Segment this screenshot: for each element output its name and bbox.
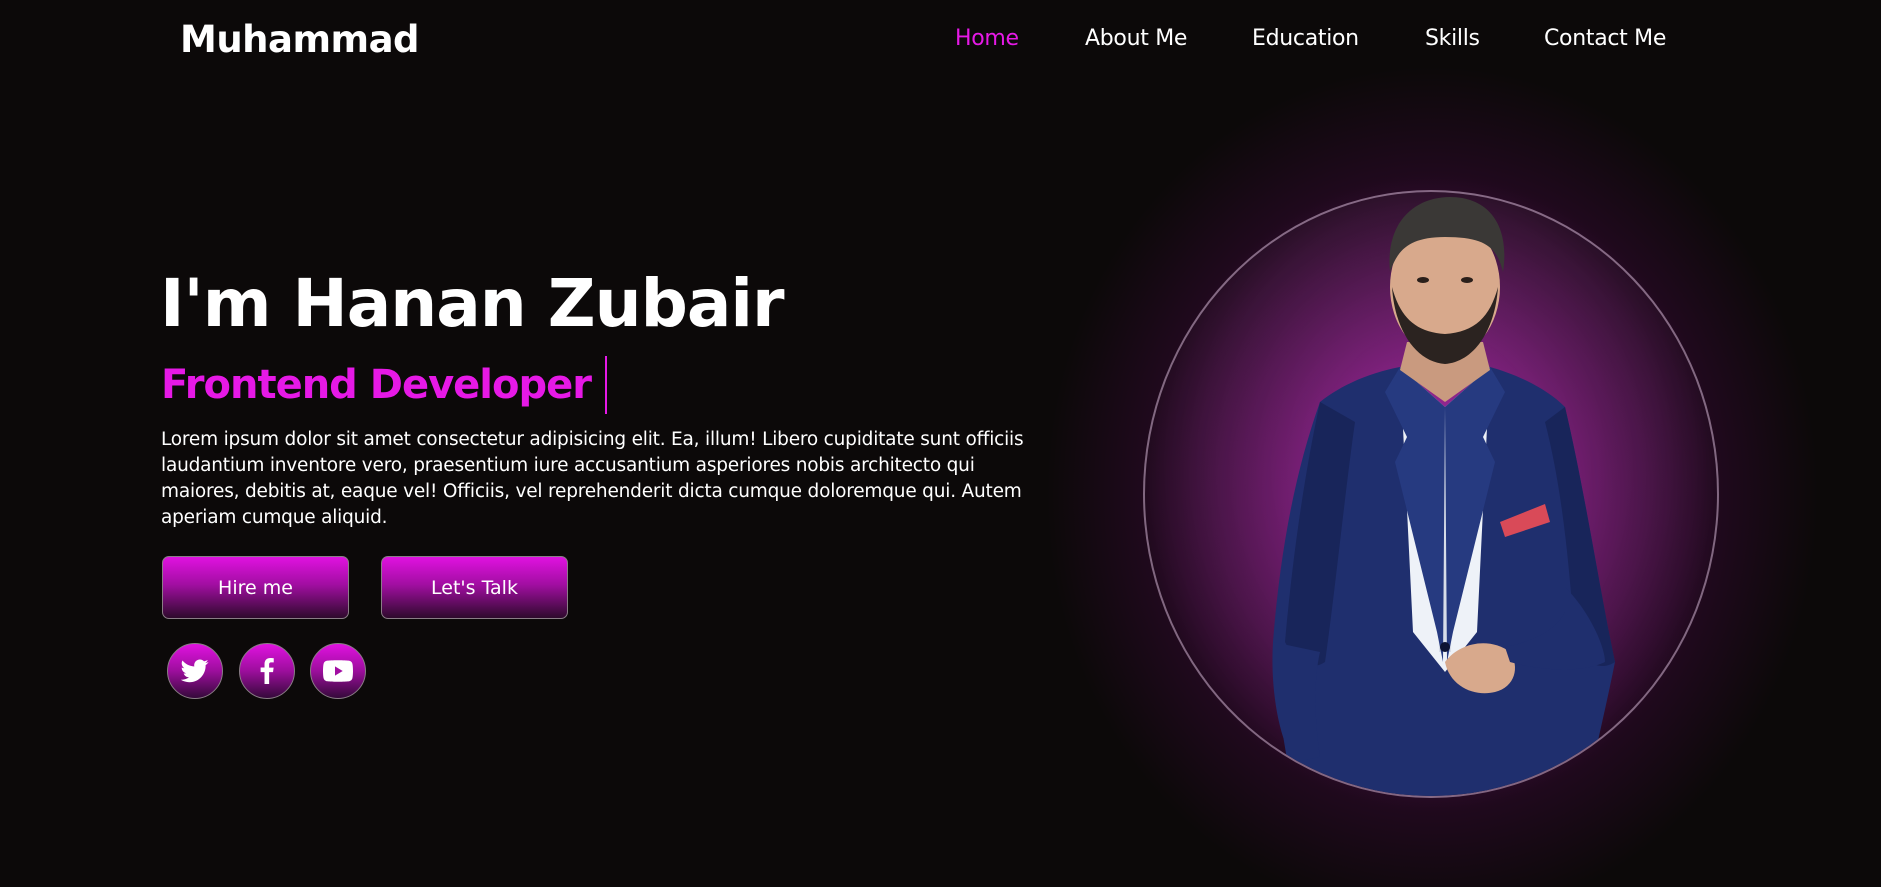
nav-contact-me[interactable]: Contact Me <box>1544 26 1666 51</box>
hire-me-button[interactable]: Hire me <box>162 556 349 619</box>
nav-skills[interactable]: Skills <box>1425 26 1480 51</box>
hero-role-line: Frontend Developer <box>161 356 607 414</box>
nav-education[interactable]: Education <box>1252 26 1359 51</box>
nav-about-me[interactable]: About Me <box>1085 26 1187 51</box>
page: Muhammad Home About Me Education Skills … <box>0 0 1881 887</box>
header: Muhammad Home About Me Education Skills … <box>0 0 1881 84</box>
hero-description: Lorem ipsum dolor sit amet consectetur a… <box>161 429 1024 528</box>
facebook-link[interactable] <box>239 643 295 699</box>
main-nav: Home About Me Education Skills Contact M… <box>0 26 1881 58</box>
lets-talk-button[interactable]: Let's Talk <box>381 556 568 619</box>
typing-caret <box>604 356 607 414</box>
youtube-icon <box>323 660 353 682</box>
hero-role: Frontend Developer <box>161 362 592 408</box>
twitter-icon <box>181 659 209 683</box>
hero-title: I'm Hanan Zubair <box>160 265 785 342</box>
portrait-image <box>1272 197 1615 796</box>
portrait-frame <box>1143 190 1719 798</box>
nav-home[interactable]: Home <box>955 26 1019 51</box>
facebook-icon <box>260 658 274 684</box>
youtube-link[interactable] <box>310 643 366 699</box>
twitter-link[interactable] <box>167 643 223 699</box>
